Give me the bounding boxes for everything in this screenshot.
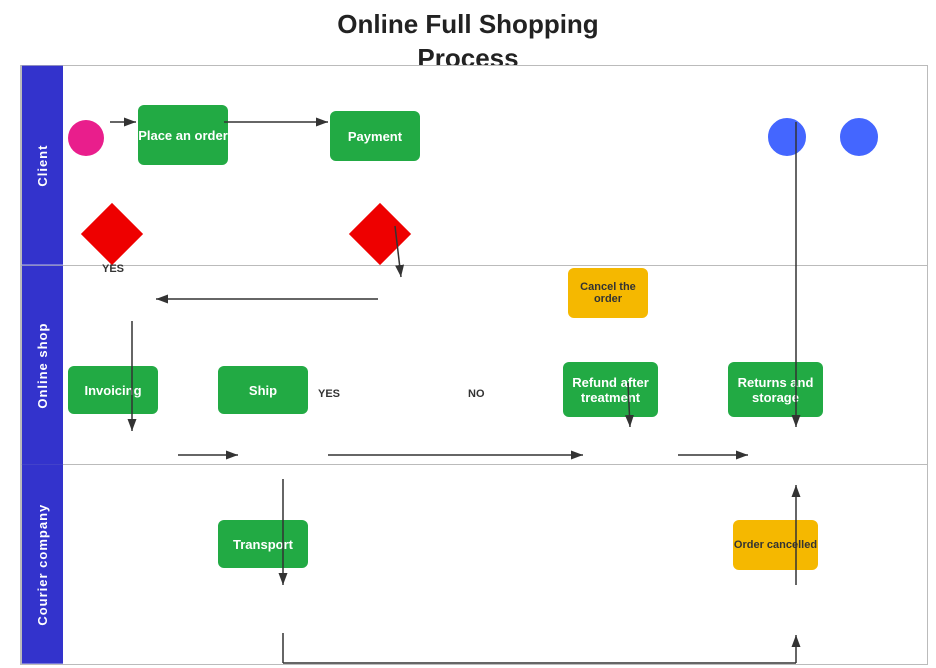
main-container: Online Full Shopping Process Client Onli… (0, 0, 936, 668)
lane-online-shop-label: Online shop (21, 266, 63, 465)
returns-storage-box: Returns and storage (728, 362, 823, 417)
lane-client-content (63, 66, 927, 265)
lane-client-label: Client (21, 66, 63, 265)
lane-courier-label: Courier company (21, 465, 63, 664)
invoicing-box: Invoicing (68, 366, 158, 414)
order-cancelled-box: Order cancelled (733, 520, 818, 570)
cancel-order-box: Cancel the order (568, 268, 648, 318)
start-circle (68, 120, 104, 156)
no-label: NO (468, 388, 485, 400)
lane-client: Client (21, 66, 927, 266)
end-circle-1 (768, 118, 806, 156)
refund-box: Refund after treatment (563, 362, 658, 417)
payment-box: Payment (330, 111, 420, 161)
ship-box: Ship (218, 366, 308, 414)
transport-box: Transport (218, 520, 308, 568)
end-circle-2 (840, 118, 878, 156)
yes-label-left: YES (102, 263, 124, 275)
yes-label-right: YES (318, 388, 340, 400)
place-order-box: Place an order (138, 105, 228, 165)
